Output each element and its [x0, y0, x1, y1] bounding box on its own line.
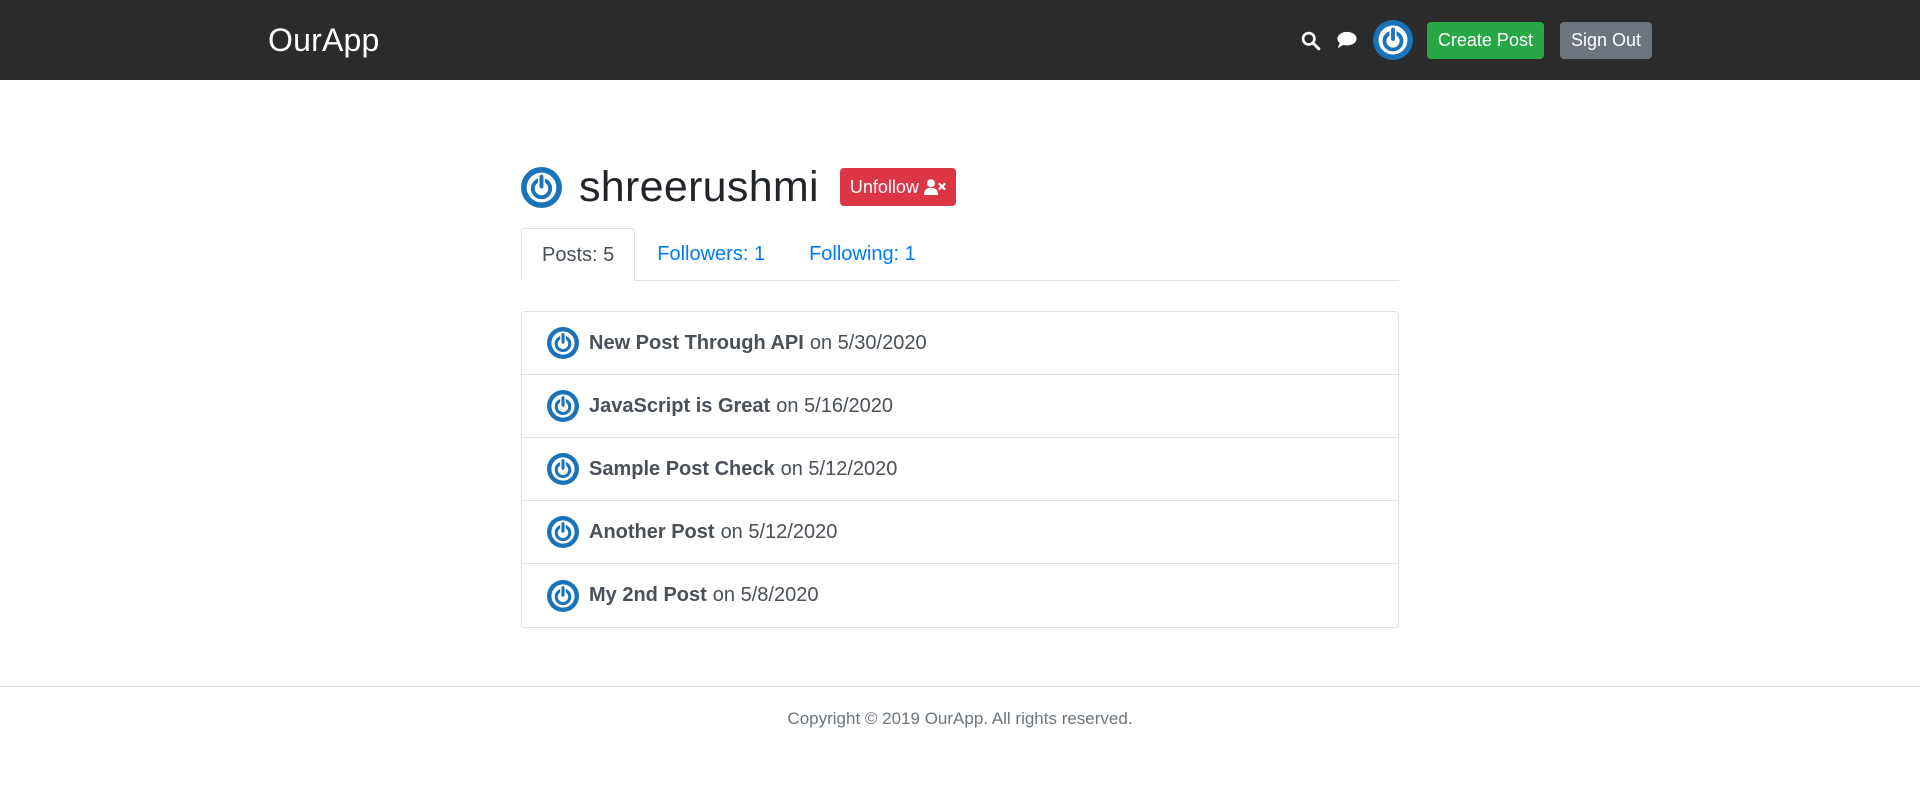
page-footer: Copyright © 2019 OurApp. All rights rese…	[0, 686, 1920, 800]
post-title: Sample Post Check	[589, 457, 775, 480]
post-list-item[interactable]: My 2nd Post on 5/8/2020	[522, 564, 1398, 627]
post-avatar-icon	[547, 516, 579, 548]
profile-username: shreerushmi	[579, 163, 819, 211]
post-title: JavaScript is Great	[589, 394, 771, 417]
profile-tabs: Posts: 5 Followers: 1 Following: 1	[521, 228, 1399, 281]
post-list-item[interactable]: Another Post on 5/12/2020	[522, 501, 1398, 564]
post-list-item[interactable]: JavaScript is Great on 5/16/2020	[522, 375, 1398, 438]
profile-avatar	[521, 166, 562, 208]
post-date: on 5/12/2020	[780, 457, 898, 480]
post-date: on 5/8/2020	[712, 584, 819, 606]
post-list-item[interactable]: Sample Post Check on 5/12/2020	[522, 438, 1398, 501]
post-avatar-icon	[547, 579, 579, 612]
post-avatar-icon	[547, 327, 579, 359]
top-navbar: OurApp Create Post Sign Out	[0, 0, 1920, 80]
post-date: on 5/16/2020	[776, 394, 893, 417]
post-title: New Post Through API	[589, 331, 804, 354]
user-times-icon	[923, 179, 946, 195]
post-avatar-icon	[547, 453, 579, 485]
post-date: on 5/12/2020	[720, 520, 838, 543]
post-title: My 2nd Post	[589, 584, 707, 606]
profile-header: shreerushmi Unfollow	[521, 162, 956, 212]
tab-following[interactable]: Following: 1	[787, 228, 938, 280]
footer-copyright: Copyright © 2019 OurApp. All rights rese…	[787, 709, 1133, 728]
navbar-actions: Create Post Sign Out	[1299, 20, 1652, 60]
create-post-button[interactable]: Create Post	[1426, 21, 1544, 59]
search-icon[interactable]	[1299, 28, 1323, 52]
tab-posts[interactable]: Posts: 5	[521, 228, 636, 281]
post-date: on 5/30/2020	[809, 331, 927, 354]
tab-followers[interactable]: Followers: 1	[635, 228, 787, 280]
chat-icon[interactable]	[1335, 28, 1359, 52]
unfollow-label: Unfollow	[849, 176, 919, 197]
post-avatar-icon	[547, 390, 579, 422]
post-title: Another Post	[589, 520, 715, 543]
app-brand-link[interactable]: OurApp	[268, 20, 379, 60]
sign-out-button[interactable]: Sign Out	[1559, 21, 1652, 59]
posts-list: New Post Through API on 5/30/2020 JavaSc…	[521, 311, 1399, 628]
unfollow-button[interactable]: Unfollow	[839, 168, 956, 206]
user-avatar[interactable]	[1372, 20, 1413, 60]
post-list-item[interactable]: New Post Through API on 5/30/2020	[522, 312, 1398, 375]
